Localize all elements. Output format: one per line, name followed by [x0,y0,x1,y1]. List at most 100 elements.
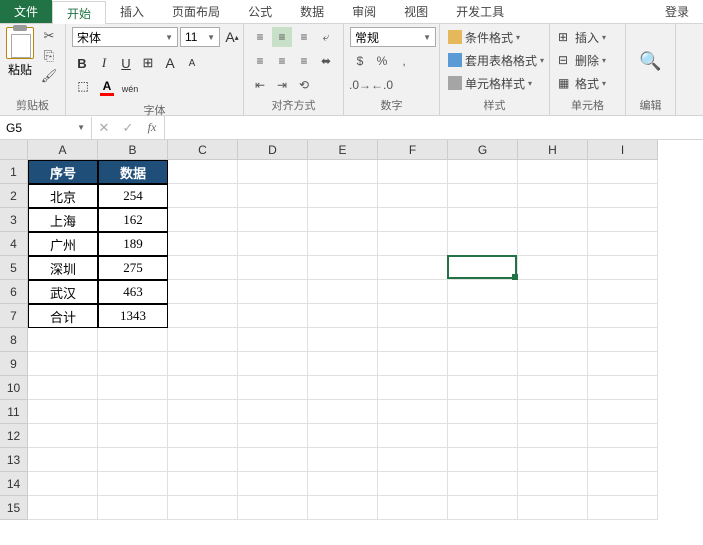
font-color-button[interactable]: A [96,79,118,99]
cell[interactable] [308,160,378,184]
cell[interactable] [238,208,308,232]
row-header[interactable]: 9 [0,352,28,376]
cell[interactable] [518,472,588,496]
cell[interactable] [28,424,98,448]
cell[interactable] [238,448,308,472]
column-header[interactable]: H [518,140,588,160]
cell[interactable] [378,232,448,256]
cell[interactable] [588,160,658,184]
cell[interactable] [168,208,238,232]
cell[interactable] [588,304,658,328]
cell[interactable] [238,424,308,448]
cell[interactable] [238,496,308,520]
cell[interactable] [518,160,588,184]
cell[interactable] [448,424,518,448]
cell[interactable] [518,232,588,256]
cell[interactable] [518,208,588,232]
cell[interactable] [378,304,448,328]
cell[interactable] [28,472,98,496]
cell[interactable] [28,400,98,424]
cell[interactable] [588,352,658,376]
cell[interactable] [98,424,168,448]
cell[interactable] [168,184,238,208]
cell[interactable] [98,448,168,472]
cell[interactable] [518,328,588,352]
fx-icon[interactable]: fx [140,120,164,135]
cell[interactable] [238,160,308,184]
cell[interactable] [588,448,658,472]
cell[interactable] [168,304,238,328]
column-header[interactable]: C [168,140,238,160]
bold-button[interactable]: B [72,53,92,73]
cell[interactable] [308,232,378,256]
cell[interactable] [308,472,378,496]
select-all-corner[interactable] [0,140,28,160]
cell[interactable]: 1343 [98,304,168,328]
cell[interactable] [448,376,518,400]
cell[interactable]: 深圳 [28,256,98,280]
cell[interactable] [378,280,448,304]
orientation-icon[interactable]: ⟲ [294,75,314,95]
cell[interactable]: 189 [98,232,168,256]
cell[interactable] [518,184,588,208]
align-bottom-icon[interactable]: ≡ [294,27,314,47]
cell[interactable] [168,376,238,400]
cell[interactable] [308,448,378,472]
format-as-table-button[interactable]: 套用表格格式▾ [446,50,546,70]
find-icon[interactable]: 🔍 [639,51,661,72]
cell[interactable] [378,328,448,352]
cell[interactable] [28,328,98,352]
row-header[interactable]: 7 [0,304,28,328]
decrease-decimal-icon[interactable]: ←.0 [372,75,392,95]
align-left-icon[interactable]: ≡ [250,51,270,71]
cell[interactable]: 序号 [28,160,98,184]
cell[interactable] [308,328,378,352]
cell[interactable] [308,424,378,448]
cell[interactable] [168,352,238,376]
column-header[interactable]: E [308,140,378,160]
cell[interactable] [448,280,518,304]
cell[interactable]: 广州 [28,232,98,256]
cell[interactable] [168,328,238,352]
cell[interactable] [588,400,658,424]
enter-formula-icon[interactable]: ✓ [116,120,140,136]
cell[interactable] [308,208,378,232]
cell[interactable] [378,208,448,232]
column-header[interactable]: F [378,140,448,160]
cell[interactable] [308,184,378,208]
cell[interactable] [378,376,448,400]
cell[interactable] [238,304,308,328]
shrink-font-icon[interactable]: A [182,53,202,73]
cell[interactable] [378,424,448,448]
cell[interactable]: 254 [98,184,168,208]
delete-cells-button[interactable]: ⊟删除▾ [556,50,608,70]
cell[interactable] [448,160,518,184]
underline-button[interactable]: U [116,53,136,73]
cell[interactable] [238,184,308,208]
column-header[interactable]: I [588,140,658,160]
cell[interactable] [518,304,588,328]
cell[interactable] [98,472,168,496]
cell[interactable] [518,352,588,376]
cell[interactable] [378,256,448,280]
cell[interactable] [588,376,658,400]
italic-button[interactable]: I [94,53,114,73]
cell[interactable]: 武汉 [28,280,98,304]
cell[interactable] [168,424,238,448]
cell[interactable]: 数据 [98,160,168,184]
cell[interactable] [238,472,308,496]
row-header[interactable]: 10 [0,376,28,400]
cell[interactable] [448,328,518,352]
cell[interactable] [588,472,658,496]
align-top-icon[interactable]: ≡ [250,27,270,47]
cell[interactable] [98,328,168,352]
format-painter-icon[interactable]: 🖌 [38,67,60,85]
tab-view[interactable]: 视图 [390,0,442,23]
cell[interactable] [378,160,448,184]
align-middle-icon[interactable]: ≡ [272,27,292,47]
fill-color-button[interactable]: ⬚ [72,79,94,99]
cell[interactable] [308,376,378,400]
comma-icon[interactable]: , [394,51,414,71]
cell[interactable] [378,352,448,376]
cell[interactable] [308,256,378,280]
